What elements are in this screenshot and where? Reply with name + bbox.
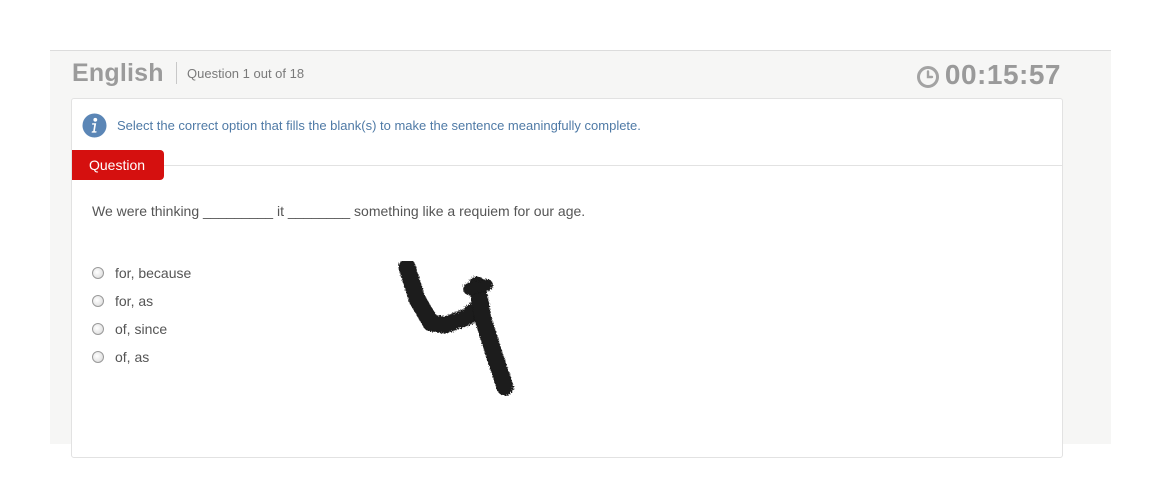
question-counter: Question 1 out of 18 [187, 66, 305, 81]
option-label: for, as [115, 293, 154, 309]
info-icon [82, 113, 107, 138]
test-header: English Question 1 out of 18 00:15:57 [50, 51, 1111, 97]
option-label: for, because [115, 265, 192, 281]
card-divider [72, 165, 1062, 166]
question-tab: Question [72, 150, 164, 180]
answer-options: for, because for, as of, since of, as [92, 259, 191, 371]
test-panel: English Question 1 out of 18 00:15:57 Se… [50, 50, 1111, 458]
option-3[interactable]: of, since [92, 315, 191, 343]
option-label: of, as [115, 349, 150, 365]
question-text: We were thinking _________ it ________ s… [92, 203, 586, 219]
radio-button[interactable] [92, 323, 104, 335]
clock-icon [916, 65, 939, 88]
question-card: Select the correct option that fills the… [71, 98, 1063, 458]
timer-text: 00:15:57 [944, 59, 1061, 90]
subject-title: English [72, 59, 164, 87]
option-label: of, since [115, 321, 168, 337]
instruction-text: Select the correct option that fills the… [117, 118, 641, 133]
option-1[interactable]: for, because [92, 259, 191, 287]
option-2[interactable]: for, as [92, 287, 191, 315]
handwritten-digit-image [398, 261, 514, 396]
radio-button[interactable] [92, 351, 104, 363]
instruction-bar: Select the correct option that fills the… [82, 113, 641, 138]
timer: 00:15:57 [916, 59, 1061, 91]
header-divider [176, 62, 177, 84]
option-4[interactable]: of, as [92, 343, 191, 371]
radio-button[interactable] [92, 295, 104, 307]
radio-button[interactable] [92, 267, 104, 279]
